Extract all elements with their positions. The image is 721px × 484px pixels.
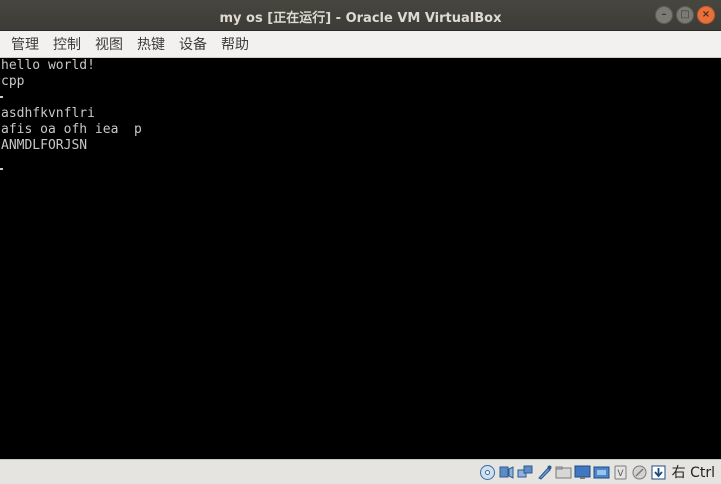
mouse-integration-icon[interactable] [631,464,648,481]
menu-control[interactable]: 控制 [46,34,88,54]
title-bar[interactable]: my os [正在运行] - Oracle VM VirtualBox – □ … [0,0,721,31]
console-line: cpp [1,74,25,89]
window-title: my os [正在运行] - Oracle VM VirtualBox [219,11,502,26]
optical-drive-icon[interactable] [479,464,496,481]
window-controls: – □ × [655,6,715,24]
text-cursor [0,168,3,170]
virtualbox-window: my os [正在运行] - Oracle VM VirtualBox – □ … [0,0,721,484]
menu-bar: 管理 控制 视图 热键 设备 帮助 [0,31,721,58]
console-line: asdhfkvnflri [1,106,95,121]
minimize-button[interactable]: – [655,6,673,24]
maximize-button[interactable]: □ [676,6,694,24]
console-line: hello world! [1,58,95,73]
status-bar: V 右 Ctrl [0,459,721,484]
host-key-arrow-icon [650,464,667,481]
menu-view[interactable]: 视图 [88,34,130,54]
menu-help[interactable]: 帮助 [214,34,256,54]
vm-screen[interactable]: hello world! cpp asdhfkvnflri afis oa of… [0,58,721,459]
audio-icon[interactable] [498,464,515,481]
video-capture-icon[interactable] [593,464,610,481]
usb-icon[interactable] [536,464,553,481]
menu-hotkeys[interactable]: 热键 [130,34,172,54]
cpu-virtualization-icon[interactable]: V [612,464,629,481]
console-line: ANMDLFORJSN [1,138,88,153]
text-cursor [0,96,3,98]
status-icons: V 右 Ctrl [479,463,715,481]
network-icon[interactable] [517,464,534,481]
host-key-label: 右 Ctrl [671,465,715,481]
menu-devices[interactable]: 设备 [172,34,214,54]
shared-folders-icon[interactable] [555,464,572,481]
display-icon[interactable] [574,464,591,481]
close-button[interactable]: × [697,6,715,24]
svg-text:V: V [617,469,624,479]
menu-manage[interactable]: 管理 [4,34,46,54]
console-line: afis oa ofh iea p [1,122,142,137]
